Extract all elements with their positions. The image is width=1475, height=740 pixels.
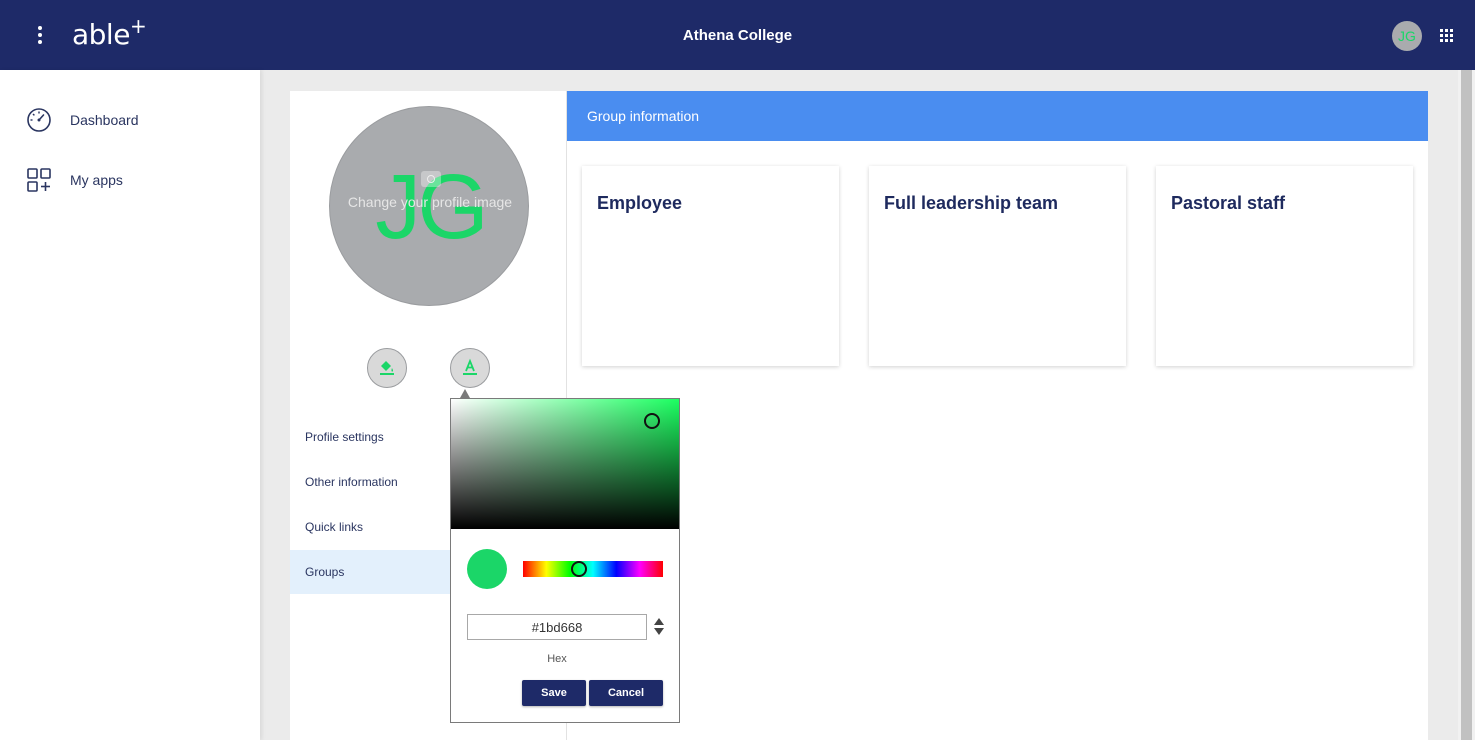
top-bar: able + Athena College JG: [0, 0, 1475, 70]
sidebar-item-my-apps[interactable]: My apps: [0, 155, 260, 205]
color-preview-swatch: [467, 549, 507, 589]
paint-bucket-icon: [380, 361, 394, 375]
group-information-header: Group information: [567, 91, 1428, 141]
user-avatar[interactable]: JG: [1392, 21, 1422, 51]
group-information-panel: Group information Employee Full leadersh…: [567, 91, 1428, 740]
picker-pointer: [460, 389, 470, 398]
cancel-button[interactable]: Cancel: [589, 680, 663, 706]
apps-add-icon: [27, 168, 51, 192]
app-launcher-grid-icon[interactable]: [1440, 29, 1453, 42]
page-scrollbar[interactable]: [1458, 70, 1475, 740]
saturation-handle[interactable]: [644, 413, 660, 429]
color-picker-popup: Hex Save Cancel: [450, 398, 680, 723]
color-mode-label: Hex: [547, 653, 567, 665]
group-name: Employee: [597, 193, 683, 213]
page-title: Athena College: [682, 27, 793, 44]
save-button[interactable]: Save: [522, 680, 586, 706]
scrollbar-thumb[interactable]: [1461, 70, 1472, 740]
background-color-button[interactable]: [367, 348, 407, 388]
group-card-pastoral-staff[interactable]: Pastoral staff: [1156, 166, 1413, 366]
dashboard-gauge-icon: [27, 108, 51, 132]
sidebar-item-dashboard[interactable]: Dashboard: [0, 95, 260, 145]
text-color-icon: [463, 358, 477, 375]
text-color-button[interactable]: [450, 348, 490, 388]
saturation-value-area[interactable]: [451, 399, 679, 529]
group-name: Pastoral staff: [1171, 193, 1286, 213]
sidebar-item-label: My apps: [70, 172, 123, 188]
camera-icon: [421, 171, 441, 187]
change-profile-image-label: Change your profile image: [347, 194, 513, 210]
hex-color-input[interactable]: [467, 614, 647, 640]
hue-slider-handle[interactable]: [571, 561, 587, 577]
sidebar-item-label: Dashboard: [70, 112, 139, 128]
profile-avatar[interactable]: JG Change your profile image: [329, 106, 529, 306]
group-card-employee[interactable]: Employee: [582, 166, 839, 366]
group-card-full-leadership-team[interactable]: Full leadership team: [869, 166, 1126, 366]
sidebar: Dashboard My apps: [0, 70, 260, 740]
color-mode-toggle-icon[interactable]: [653, 617, 665, 637]
hue-slider[interactable]: [523, 561, 663, 577]
group-name: Full leadership team: [884, 193, 1059, 213]
